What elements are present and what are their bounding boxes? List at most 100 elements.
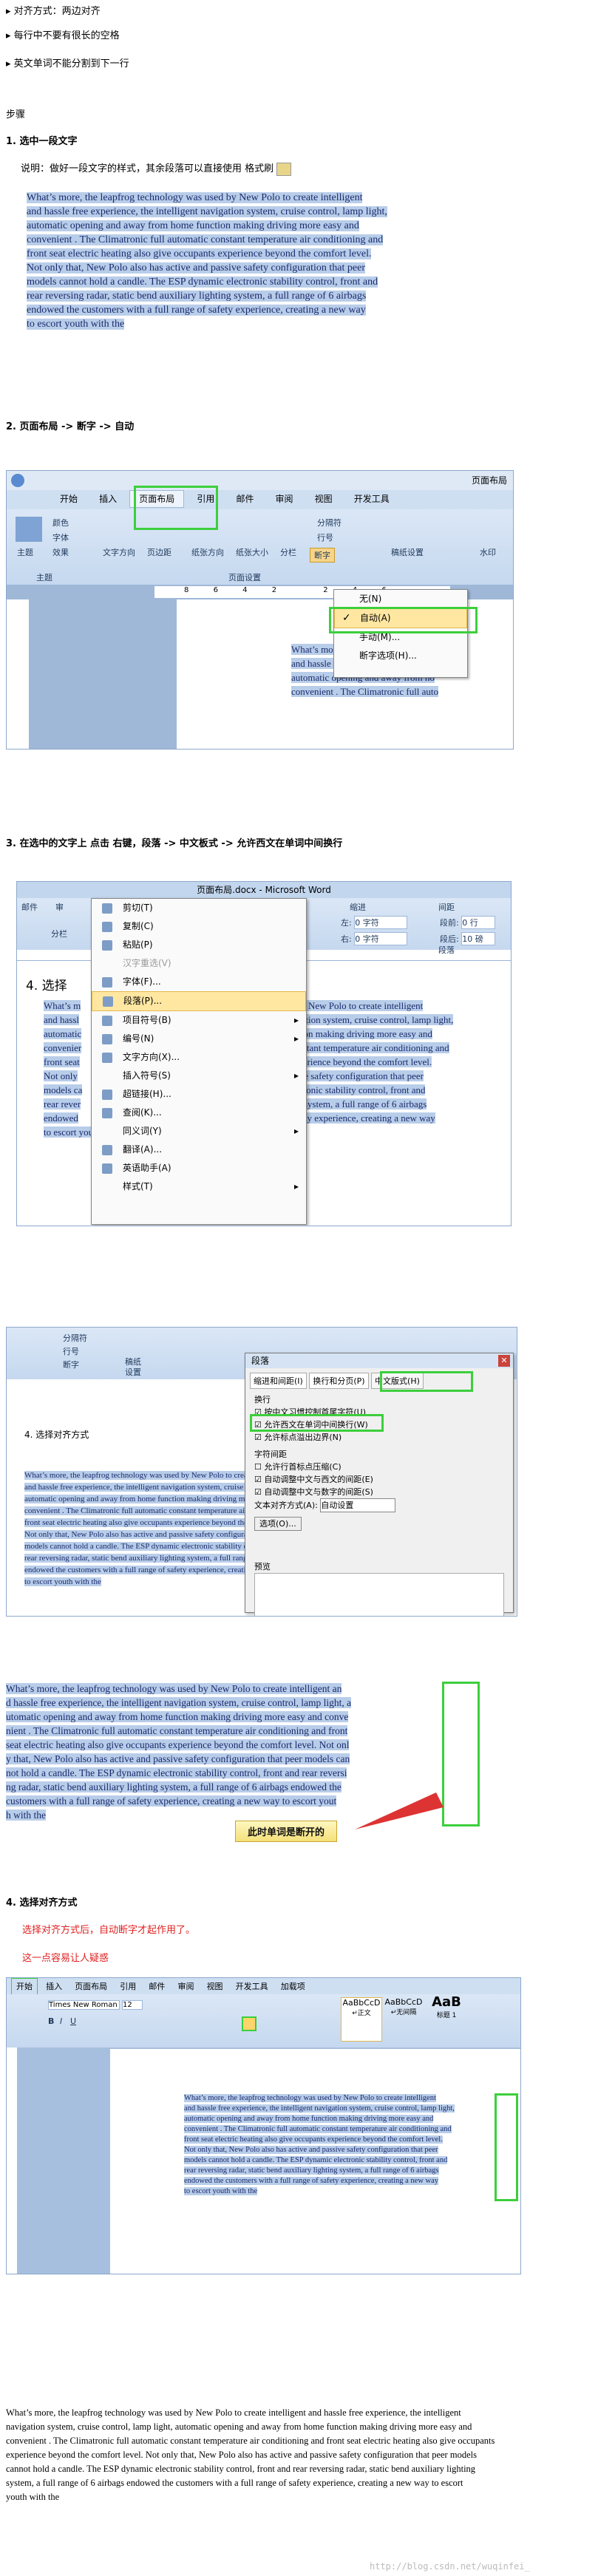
menu-insert-symbol[interactable]: 插入符号(S) ▸	[92, 1067, 306, 1085]
tab-page-layout[interactable]: 页面布局	[70, 1979, 112, 1995]
bold-button[interactable]: B	[48, 2016, 54, 2026]
menu-text-direction[interactable]: 文字方向(X)...	[92, 1048, 306, 1067]
tab-indent-spacing[interactable]: 缩进和间距(I)	[250, 1373, 307, 1389]
menu-reconvert[interactable]: 汉字重选(V)	[92, 954, 306, 973]
style-normal[interactable]: AaBbCcD ↵正文	[341, 1997, 382, 2042]
margins-button[interactable]: 页边距	[147, 546, 171, 558]
tab-addins[interactable]: 加载项	[276, 1979, 310, 1995]
text-direction-button[interactable]: 文字方向	[103, 546, 135, 558]
tab-insert[interactable]: 插入	[41, 1979, 67, 1995]
ribbon-body: Times New Roman 12 B I U AaBbCcD ↵正文 AaBb…	[7, 1994, 520, 2047]
menu-translate[interactable]: 翻译(A)...	[92, 1141, 306, 1159]
menu-synonyms[interactable]: 同义词(Y) ▸	[92, 1122, 306, 1141]
hyphenation-button[interactable]: 断字	[310, 548, 335, 563]
tab-developer[interactable]: 开发工具	[345, 491, 398, 507]
columns-button[interactable]: 分栏	[51, 928, 67, 939]
tab-home[interactable]: 开始	[51, 491, 86, 507]
menu-font[interactable]: 字体(F)...	[92, 973, 306, 991]
right-indent-input[interactable]: 0 字符	[354, 932, 408, 945]
tab-review[interactable]: 审	[55, 901, 64, 913]
step4-title: 4. 选择对齐方式	[6, 1897, 78, 1909]
text-direction-icon	[102, 1053, 112, 1063]
cb-space-asian-num[interactable]: ☑ 自动调整中文与数字的间距(S)	[254, 1486, 504, 1498]
cb-space-asian-latin[interactable]: ☑ 自动调整中文与西文的间距(E)	[254, 1473, 504, 1486]
office-button-icon[interactable]	[11, 474, 24, 487]
steps-heading: 步骤	[6, 109, 26, 120]
translate-icon	[102, 1145, 112, 1155]
callout-arrow	[355, 1792, 444, 1829]
highlight-word-wrap	[250, 1414, 384, 1432]
menu-bullets[interactable]: 项目符号(B) ▸	[92, 1011, 306, 1030]
tab-line-page-breaks[interactable]: 换行和分页(P)	[309, 1373, 369, 1389]
justify-icon[interactable]	[242, 2016, 256, 2031]
tab-home[interactable]: 开始	[11, 1978, 38, 1996]
menu-paragraph[interactable]: 段落(P)...	[92, 991, 306, 1011]
breaks-button[interactable]: 分隔符	[317, 517, 342, 529]
orientation-button[interactable]: 纸张方向	[191, 546, 224, 558]
word-screenshot-4: 开始 插入 页面布局 引用 邮件 审阅 视图 开发工具 加载项 Times Ne…	[6, 1977, 521, 2274]
right-indent: 右: 0 字符	[341, 932, 408, 945]
style-no-spacing[interactable]: AaBbCcD ↵无间隔	[384, 1997, 424, 2040]
highlight-right-margin	[495, 2093, 518, 2201]
context-menu: 剪切(T) 复制(C) 粘贴(P) 汉字重选(V) 字体(F)... 段落(P)…	[91, 898, 307, 1225]
tab-review[interactable]: 审阅	[173, 1979, 198, 1995]
space-before-input[interactable]: 0 行	[461, 916, 496, 929]
close-icon[interactable]: ✕	[498, 1355, 510, 1367]
watermark-button[interactable]: 水印	[480, 546, 496, 558]
line-numbers-button[interactable]: 行号	[317, 531, 333, 543]
watermark-text: http://blog.csdn.net/wuqinfei_	[370, 2561, 530, 2572]
menu-copy[interactable]: 复制(C)	[92, 917, 306, 936]
effects-button[interactable]: 效果	[52, 546, 69, 558]
assistant-icon	[102, 1163, 112, 1174]
colors-button[interactable]: 颜色	[52, 517, 69, 529]
doc-heading: 4. 选择	[26, 979, 67, 993]
fonts-button[interactable]: 字体	[52, 531, 69, 543]
size-button[interactable]: 纸张大小	[236, 546, 268, 558]
dialog-titlebar: 段落 ✕	[245, 1353, 513, 1368]
menu-numbering[interactable]: 编号(N) ▸	[92, 1030, 306, 1048]
menu-hyperlink[interactable]: 超链接(H)...	[92, 1085, 306, 1104]
paragraph-dialog: 段落 ✕ 缩进和间距(I) 换行和分页(P) 中文版式(H) 换行 ☑ 按中文习…	[245, 1353, 514, 1616]
bullet-3: ▸ 英文单词不能分割到下一行	[6, 58, 129, 69]
tab-insert[interactable]: 插入	[90, 491, 126, 507]
themes-icon[interactable]	[16, 517, 42, 542]
tab-mailings[interactable]: 邮件	[227, 491, 262, 507]
final-paragraph: What’s more, the leapfrog technology was…	[6, 2407, 495, 2502]
hyphenation-button[interactable]: 断字	[63, 1359, 79, 1370]
text-alignment-select[interactable]: 自动设置	[320, 1498, 396, 1512]
preview-box	[254, 1573, 504, 1616]
columns-button[interactable]: 分栏	[280, 546, 296, 558]
breaks-button[interactable]: 分隔符	[63, 1332, 87, 1344]
tab-review[interactable]: 审阅	[267, 491, 302, 507]
italic-button[interactable]: I	[60, 2016, 62, 2026]
cb-overflow-punct[interactable]: ☑ 允许标点溢出边界(N)	[254, 1431, 504, 1444]
format-painter-icon	[276, 162, 292, 176]
right-fragment: d by New Polo to create intelligent viga…	[289, 1000, 454, 1124]
tab-references[interactable]: 引用	[115, 1979, 140, 1995]
tab-view[interactable]: 视图	[306, 491, 342, 507]
style-heading1[interactable]: AaB 标题 1	[427, 1994, 466, 2040]
draft-settings-button[interactable]: 稿纸设置	[391, 546, 424, 558]
tab-developer[interactable]: 开发工具	[231, 1979, 273, 1995]
menu-cut[interactable]: 剪切(T)	[92, 899, 306, 917]
menu-styles[interactable]: 样式(T) ▸	[92, 1177, 306, 1196]
left-indent-input[interactable]: 0 字符	[354, 916, 408, 929]
font-size-box[interactable]: 12	[122, 2000, 143, 2010]
tab-mailings[interactable]: 邮件	[21, 901, 38, 913]
hyph-options[interactable]: 断字选项(H)...	[334, 647, 467, 665]
tab-view[interactable]: 视图	[203, 1979, 228, 1995]
hyph-none[interactable]: 无(N)	[334, 590, 467, 608]
menu-paste[interactable]: 粘贴(P)	[92, 936, 306, 954]
cb-compress-punct[interactable]: ☐ 允许行首标点压缩(C)	[254, 1461, 504, 1473]
themes-button[interactable]: 主题	[17, 546, 33, 558]
space-after-input[interactable]: 10 磅	[461, 932, 496, 945]
font-name-box[interactable]: Times New Roman	[48, 2000, 120, 2010]
step4-note-2: 这一点容易让人疑惑	[22, 1953, 109, 1964]
underline-button[interactable]: U	[70, 2016, 76, 2026]
tab-mailings[interactable]: 邮件	[144, 1979, 169, 1995]
options-button[interactable]: 选项(O)...	[254, 1517, 302, 1531]
menu-lookup[interactable]: 查阅(K)...	[92, 1104, 306, 1122]
line-numbers-button[interactable]: 行号	[63, 1345, 79, 1357]
settings-button[interactable]: 设置	[125, 1366, 141, 1378]
menu-english-assistant[interactable]: 英语助手(A)	[92, 1159, 306, 1177]
